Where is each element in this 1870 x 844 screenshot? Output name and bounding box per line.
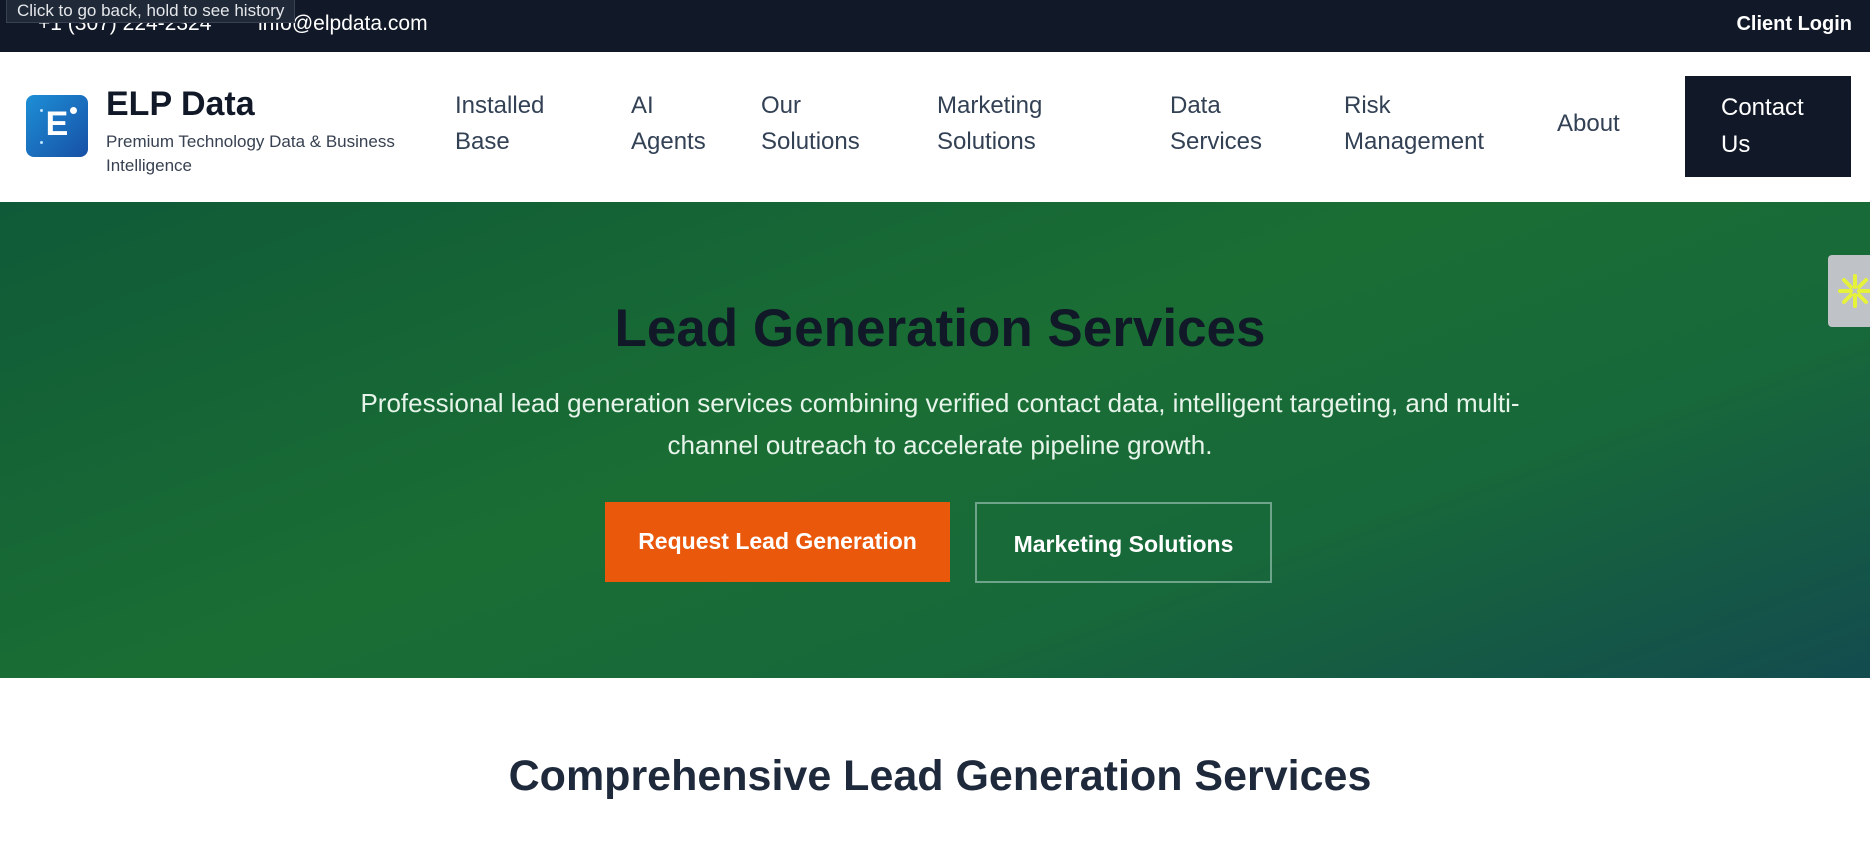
client-login-link[interactable]: Client Login	[1736, 13, 1852, 36]
request-lead-generation-button[interactable]: Request Lead Generation	[605, 502, 950, 582]
nav-item-our-solutions[interactable]: Our Solutions	[761, 88, 860, 160]
nav-item-data-services[interactable]: Data Services	[1170, 88, 1262, 160]
nav-item-installed-base[interactable]: Installed Base	[455, 88, 544, 160]
hero-subtitle: Professional lead generation services co…	[360, 388, 1520, 460]
brand-tagline: Premium Technology Data & Business Intel…	[106, 132, 395, 175]
marketing-solutions-button[interactable]: Marketing Solutions	[975, 502, 1272, 583]
logo-icon[interactable]: E	[26, 95, 88, 157]
logo-letter: E	[45, 105, 69, 143]
section-title: Comprehensive Lead Generation Services	[508, 752, 1372, 800]
back-button-tooltip: Click to go back, hold to see history	[6, 0, 296, 23]
asterisk-icon	[1838, 274, 1870, 308]
side-feedback-widget[interactable]	[1828, 255, 1870, 327]
hero-section: Lead Generation Services Professional le…	[0, 202, 1870, 678]
hero-title: Lead Generation Services	[614, 299, 1266, 358]
nav-item-about[interactable]: About	[1557, 106, 1620, 142]
nav-item-marketing-solutions[interactable]: Marketing Solutions	[937, 88, 1042, 160]
site-header: E ELP Data Premium Technology Data & Bus…	[0, 52, 1870, 202]
brand-name[interactable]: ELP Data	[106, 85, 255, 124]
contact-us-button[interactable]: Contact Us	[1685, 76, 1851, 177]
nav-item-risk-management[interactable]: Risk Management	[1344, 88, 1484, 160]
nav-item-ai-agents[interactable]: AI Agents	[631, 88, 706, 160]
